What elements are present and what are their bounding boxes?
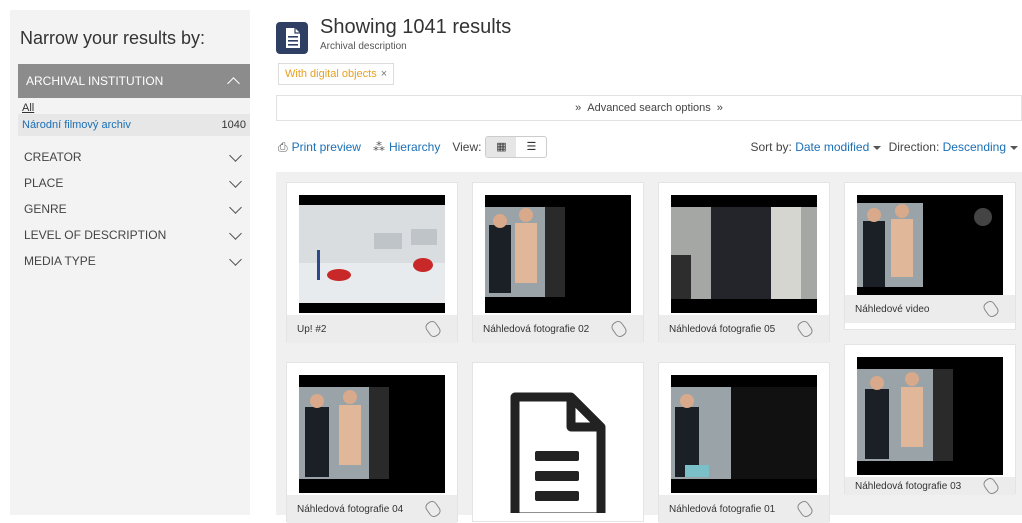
result-card[interactable] xyxy=(472,362,644,522)
chevron-down-icon xyxy=(229,149,242,162)
result-card[interactable]: Náhledová fotografie 05 xyxy=(658,182,830,342)
advanced-search-toggle[interactable]: » Advanced search options » xyxy=(276,95,1022,121)
facet-genre[interactable]: GENRE xyxy=(24,202,246,216)
facet-label: GENRE xyxy=(24,202,67,216)
filter-tag-label: With digital objects xyxy=(285,68,377,80)
facet-item-narodni-filmovy-archiv[interactable]: Národní filmový archiv 1040 xyxy=(18,114,250,136)
result-card[interactable]: Náhledová fotografie 02 xyxy=(472,182,644,342)
results-toolbar: ⎙ Print preview ⁂ Hierarchy View: ▦ ☰ So… xyxy=(278,136,1022,158)
view-label: View: xyxy=(452,140,481,154)
card-title: Náhledová fotografie 02 xyxy=(483,324,589,335)
main-content: Showing 1041 results Archival descriptio… xyxy=(270,0,1022,515)
sidebar-title: Narrow your results by: xyxy=(20,28,205,49)
view-toggle: ▦ ☰ xyxy=(485,136,547,158)
paperclip-icon xyxy=(423,499,442,519)
result-card[interactable]: Up! #2 xyxy=(286,182,458,342)
card-title: Náhledové video xyxy=(855,304,930,315)
thumbnail[interactable] xyxy=(857,195,1003,295)
card-title: Náhledová fotografie 01 xyxy=(669,504,775,515)
hierarchy-icon: ⁂ xyxy=(373,140,385,154)
sort-controls: Sort by: Date modified Direction: Descen… xyxy=(751,140,1022,154)
chevron-down-icon xyxy=(229,175,242,188)
result-card[interactable]: Náhledová fotografie 03 xyxy=(844,344,1016,494)
facet-label: CREATOR xyxy=(24,150,82,164)
facet-label: MEDIA TYPE xyxy=(24,254,96,268)
facet-media-type[interactable]: MEDIA TYPE xyxy=(24,254,246,268)
paperclip-icon xyxy=(981,299,1000,319)
card-caption: Náhledová fotografie 03 xyxy=(845,477,1015,495)
facet-place[interactable]: PLACE xyxy=(24,176,246,190)
card-caption: Náhledová fotografie 01 xyxy=(659,495,829,523)
paperclip-icon xyxy=(609,319,628,339)
sidebar: Narrow your results by: ARCHIVAL INSTITU… xyxy=(10,10,250,515)
thumbnail[interactable] xyxy=(299,195,445,313)
chevron-down-icon xyxy=(229,227,242,240)
sort-label: Sort by: xyxy=(751,140,792,154)
table-view-button[interactable]: ☰ xyxy=(516,137,546,157)
chevron-down-icon xyxy=(229,253,242,266)
paperclip-icon xyxy=(795,319,814,339)
print-preview-link[interactable]: Print preview xyxy=(292,140,361,154)
facet-all-link[interactable]: All xyxy=(22,102,34,114)
card-title: Náhledová fotografie 03 xyxy=(855,481,961,492)
thumbnail[interactable] xyxy=(857,357,1003,475)
facet-label: ARCHIVAL INSTITUTION xyxy=(26,74,163,88)
caret-down-icon xyxy=(1010,146,1018,150)
paperclip-icon xyxy=(423,319,442,339)
advanced-search-label: Advanced search options xyxy=(587,102,711,114)
page-subtitle: Archival description xyxy=(320,41,407,52)
document-icon[interactable] xyxy=(501,383,611,513)
thumbnail[interactable] xyxy=(671,375,817,493)
card-title: Up! #2 xyxy=(297,324,326,335)
hierarchy-link[interactable]: Hierarchy xyxy=(389,140,440,154)
chevron-up-icon xyxy=(227,77,240,90)
card-title: Náhledová fotografie 04 xyxy=(297,504,403,515)
printer-icon: ⎙ xyxy=(278,140,288,155)
facet-item-count: 1040 xyxy=(222,119,246,131)
facet-level-of-description[interactable]: LEVEL OF DESCRIPTION xyxy=(24,228,246,242)
chevron-down-icon xyxy=(229,201,242,214)
archival-description-icon xyxy=(276,22,308,54)
sort-dropdown[interactable]: Date modified xyxy=(795,140,869,154)
facet-label: PLACE xyxy=(24,176,63,190)
results-gallery: Up! #2 Náhledová fotografie 02 xyxy=(276,172,1022,515)
card-caption: Náhledová fotografie 04 xyxy=(287,495,457,523)
caret-down-icon xyxy=(873,146,881,150)
facet-archival-institution[interactable]: ARCHIVAL INSTITUTION xyxy=(18,64,250,98)
result-card[interactable]: Náhledová fotografie 01 xyxy=(658,362,830,522)
facet-creator[interactable]: CREATOR xyxy=(24,150,246,164)
paperclip-icon xyxy=(981,476,1000,496)
card-caption: Náhledová fotografie 02 xyxy=(473,315,643,343)
double-chevron-down-icon: » xyxy=(717,102,723,114)
double-chevron-down-icon: » xyxy=(575,102,581,114)
paperclip-icon xyxy=(795,499,814,519)
thumbnail[interactable] xyxy=(485,195,631,313)
facet-label: LEVEL OF DESCRIPTION xyxy=(24,228,166,242)
thumbnail[interactable] xyxy=(671,195,817,313)
card-caption: Up! #2 xyxy=(287,315,457,343)
filter-tag-digital-objects: With digital objects × xyxy=(278,63,394,85)
card-caption: Náhledové video xyxy=(845,295,1015,323)
card-title: Náhledová fotografie 05 xyxy=(669,324,775,335)
facet-item-label: Národní filmový archiv xyxy=(22,119,131,131)
card-view-button[interactable]: ▦ xyxy=(486,137,516,157)
result-card[interactable]: Náhledové video xyxy=(844,182,1016,330)
direction-dropdown[interactable]: Descending xyxy=(943,140,1006,154)
thumbnail[interactable] xyxy=(299,375,445,493)
remove-filter-icon[interactable]: × xyxy=(381,68,387,80)
direction-label: Direction: xyxy=(889,140,940,154)
page-title: Showing 1041 results xyxy=(320,16,511,39)
result-card[interactable]: Náhledová fotografie 04 xyxy=(286,362,458,522)
card-caption: Náhledová fotografie 05 xyxy=(659,315,829,343)
